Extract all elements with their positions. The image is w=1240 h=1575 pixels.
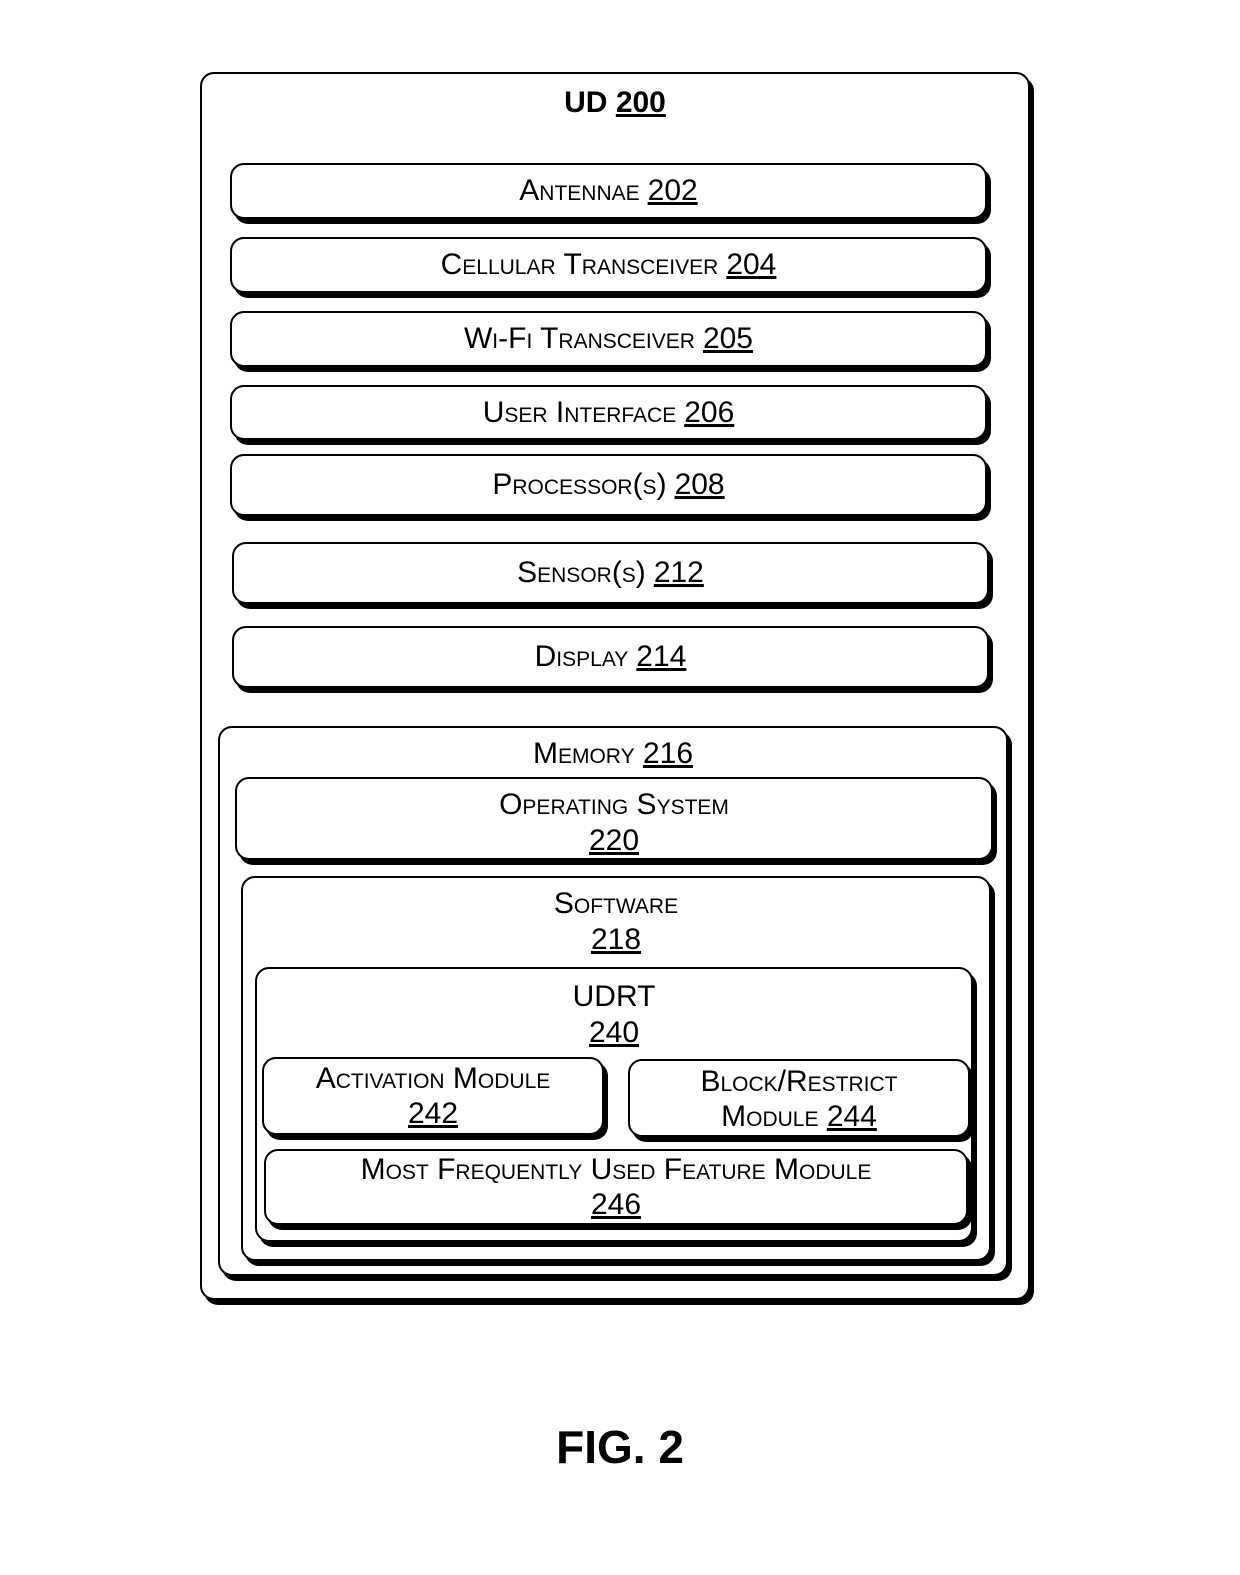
- udrt-number: 240: [588, 1016, 640, 1049]
- ud-title: UD 200: [564, 86, 666, 119]
- activation-number: 242: [407, 1097, 459, 1130]
- udrt-label: UDRT: [572, 980, 656, 1013]
- mfu-number: 246: [590, 1188, 642, 1221]
- cellular-transceiver-box: Cellular Transceiver 204: [230, 237, 987, 293]
- display-box: Display 214: [232, 626, 989, 688]
- memory-label: Memory 216: [532, 737, 694, 770]
- activation-label: Activation Module: [315, 1062, 551, 1095]
- os-number: 220: [588, 824, 640, 857]
- activation-module-box: Activation Module 242: [262, 1057, 604, 1135]
- antennae-box: Antennae 202: [230, 163, 987, 219]
- operating-system-box: Operating System 220: [235, 777, 993, 860]
- block-label-line1: Block/Restrict: [700, 1065, 898, 1098]
- block-restrict-module-box: Block/Restrict Module 244: [628, 1059, 970, 1137]
- mfu-feature-module-box: Most Frequently Used Feature Module 246: [264, 1149, 968, 1225]
- os-label: Operating System: [499, 788, 729, 821]
- user-interface-box: User Interface 206: [230, 385, 987, 440]
- software-label: Software: [553, 887, 679, 920]
- mfu-label: Most Frequently Used Feature Module: [360, 1153, 872, 1186]
- figure-label: FIG. 2: [556, 1421, 684, 1473]
- sensor-box: Sensor(s) 212: [232, 542, 989, 604]
- software-number: 218: [590, 923, 642, 956]
- wifi-transceiver-box: Wi-Fi Transceiver 205: [230, 311, 987, 367]
- processor-box: Processor(s) 208: [230, 454, 987, 516]
